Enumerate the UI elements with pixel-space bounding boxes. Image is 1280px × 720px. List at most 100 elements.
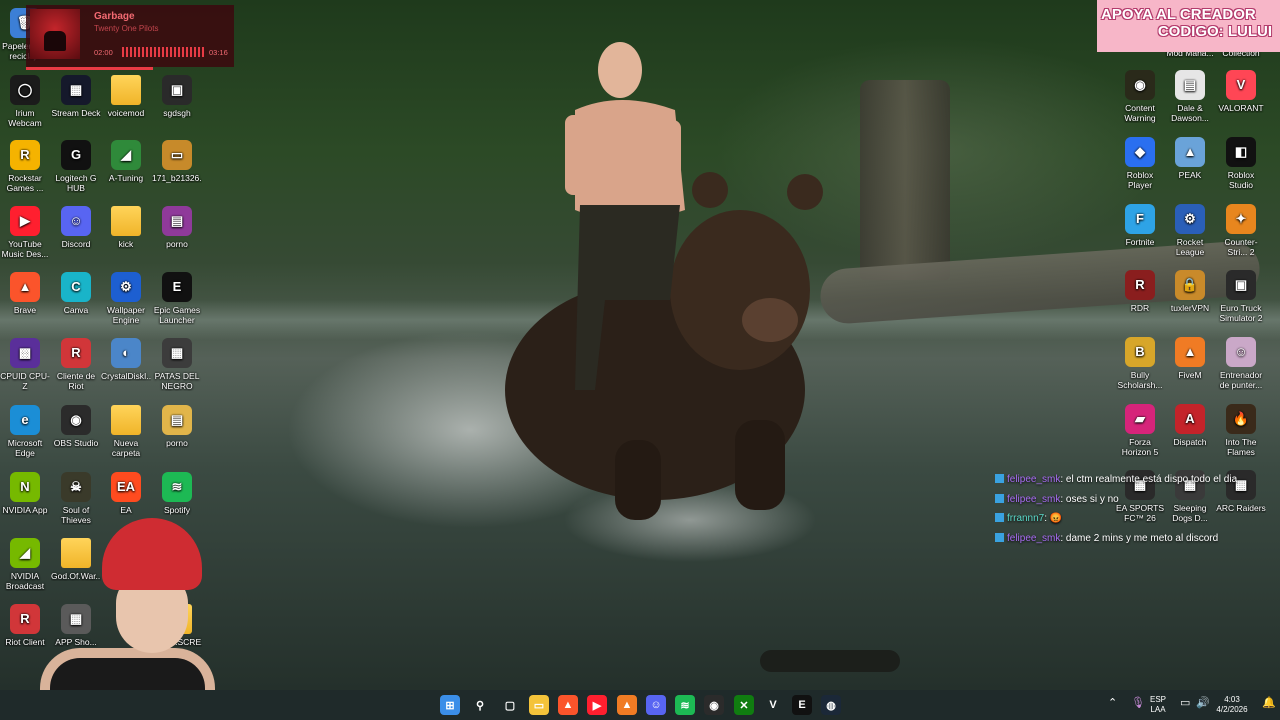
chat-username: felipee_smk [1007,474,1061,485]
desktop-icon-spotify[interactable]: ≋ Spotify [152,472,202,515]
desktop-icon-roblox-player[interactable]: ◆ Roblox Player [1115,137,1165,190]
keyboard-layout: LAA [1150,705,1166,714]
app-icon: ▤ [162,405,192,435]
app-icon: ⚙ [1175,204,1205,234]
desktop-icon-label: CrystalDiskI... [101,371,151,381]
badge-icon [995,474,1004,483]
network-icon[interactable]: ▭ [1180,698,1190,709]
taskbar-youtube-music-icon[interactable]: ▶ [587,695,607,715]
desktop-icon-label: Fortnite [1125,237,1155,247]
chat-username: felipee_smk [1007,532,1061,544]
taskbar-brave-icon[interactable]: ▲ [558,695,578,715]
desktop-icon-youtube-music-des[interactable]: ▶ YouTube Music Des... [0,206,50,259]
clock-date: 4/2/2026 [1216,705,1248,714]
taskbar-file-explorer-icon[interactable]: ▭ [529,695,549,715]
chat-overlay: felipee_smk: el ctm realmente está dispo… [995,474,1275,552]
desktop-icon-rdr[interactable]: R RDR [1115,270,1165,313]
notification-icon[interactable]: 🔔 [1262,698,1276,709]
desktop-icon-rockstar-games[interactable]: R Rockstar Games ... [0,140,50,193]
desktop-icon-crystaldiski[interactable]: ◐ CrystalDiskI... [101,338,151,381]
desktop-icon-dale-dawson[interactable]: ▤ Dale & Dawson... [1165,70,1215,123]
desktop-icon-rocket-league[interactable]: ⚙ Rocket League [1165,204,1215,257]
desktop-icon-cliente-de-riot[interactable]: R Cliente de Riot [51,338,101,391]
audio-waveform [122,47,204,57]
desktop-icon-porno[interactable]: ▤ porno [152,405,202,448]
taskbar-obs-icon[interactable]: ◉ [704,695,724,715]
app-icon: ◉ [1125,70,1155,100]
desktop-icon-entrenador-de-punter[interactable]: ☺ Entrenador de punter... [1216,337,1266,390]
volume-icon[interactable]: 🔊 [1196,698,1210,709]
taskbar-discord-icon[interactable]: ☺ [646,695,666,715]
desktop-icon-nvidia-app[interactable]: N NVIDIA App [0,472,50,515]
desktop-icon-kick[interactable]: kick [101,206,151,249]
music-widget[interactable]: Garbage Twenty One Pilots 02:00 03:16 [26,5,234,70]
taskbar-spotify-icon[interactable]: ≋ [675,695,695,715]
desktop-icon-voicemod[interactable]: voicemod [101,75,151,118]
desktop-icon-brave[interactable]: ▲ Brave [0,272,50,315]
desktop-icon-microsoft-edge[interactable]: e Microsoft Edge [0,405,50,458]
taskbar-epic-games-icon[interactable]: E [792,695,812,715]
desktop-icon-dispatch[interactable]: A Dispatch [1165,404,1215,447]
desktop-icon-content-warning[interactable]: ◉ Content Warning [1115,70,1165,123]
desktop-icon-canva[interactable]: C Canva [51,272,101,315]
clock[interactable]: 4:03 4/2/2026 [1212,695,1252,715]
taskbar-xbox-icon[interactable]: ✕ [734,695,754,715]
language-indicator[interactable]: ESP LAA [1150,695,1166,715]
app-icon: ▣ [1226,270,1256,300]
taskbar-fivem-icon[interactable]: ▲ [617,695,637,715]
taskbar-steam-icon[interactable]: ◍ [821,695,841,715]
wallpaper-rider [565,42,685,390]
app-icon: R [61,338,91,368]
desktop-icon-obs-studio[interactable]: ◉ OBS Studio [51,405,101,448]
app-icon: ≋ [162,472,192,502]
desktop-icon-valorant[interactable]: V VALORANT [1216,70,1266,113]
desktop-icon-cpuid-cpu-z[interactable]: ▩ CPUID CPU-Z [0,338,50,391]
desktop-icon-label: voicemod [107,108,145,118]
desktop-icon-stream-deck[interactable]: ▦ Stream Deck [51,75,101,118]
desktop-icon-tuxlervpn[interactable]: 🔒 tuxlerVPN [1165,270,1215,313]
app-icon: ▲ [1175,137,1205,167]
desktop-icon-fivem[interactable]: ▲ FiveM [1165,337,1215,380]
taskbar: ⊞ ⚲ ▢ ▭ ▲ ▶ ▲ ☺ ≋ ◉ ✕ V E ◍ ⌃ 🎙 ESP LAA ▭ 🔊 4:03 4/2/… [0,690,1280,720]
taskbar-start-icon[interactable]: ⊞ [440,695,460,715]
app-icon: 🔥 [1226,404,1256,434]
desktop-icon-patas-del-negro[interactable]: ▦ PATAS DEL NEGRO [152,338,202,391]
microphone-icon[interactable]: 🎙 [1131,698,1145,709]
desktop-icon-fortnite[interactable]: F Fortnite [1115,204,1165,247]
desktop-icon-label: Into The Flames [1225,437,1257,457]
desktop-icon-irium-webcam[interactable]: ◯ Irium Webcam [0,75,50,128]
desktop-icon-171-b21326[interactable]: ▭ 171_b21326... [152,140,202,183]
taskbar-valorant-icon[interactable]: V [763,695,783,715]
desktop-icon-roblox-studio[interactable]: ◧ Roblox Studio [1216,137,1266,190]
desktop-icon-porno[interactable]: ▤ porno [152,206,202,249]
desktop-icon-discord[interactable]: ☺ Discord [51,206,101,249]
app-icon: ▤ [162,206,192,236]
desktop-icon-label: YouTube Music Des... [1,239,49,259]
desktop-icon-label: tuxlerVPN [1170,303,1210,313]
desktop-icon-logitech-g-hub[interactable]: G Logitech G HUB [51,140,101,193]
album-art [30,9,80,59]
desktop-icon-a-tuning[interactable]: ◢ A-Tuning [101,140,151,183]
desktop-icon-nueva-carpeta[interactable]: Nueva carpeta [101,405,151,458]
desktop-icon-into-the-flames[interactable]: 🔥 Into The Flames [1216,404,1266,457]
desktop-icon-ea[interactable]: EA EA [101,472,151,515]
app-icon: ▣ [162,75,192,105]
desktop-icon-forza-horizon-5[interactable]: ▰ Forza Horizon 5 [1115,404,1165,457]
desktop-icon-bully-scholarsh[interactable]: B Bully Scholarsh... [1115,337,1165,390]
app-icon: C [61,272,91,302]
desktop-icon-euro-truck-simulator-2[interactable]: ▣ Euro Truck Simulator 2 [1216,270,1266,323]
app-icon: ◢ [111,140,141,170]
app-icon: ◧ [1226,137,1256,167]
taskbar-task-view-icon[interactable]: ▢ [500,695,520,715]
desktop-icon-wallpaper-engine[interactable]: ⚙ Wallpaper Engine [101,272,151,325]
desktop-icon-counter-stri-2[interactable]: ✦ Counter-Stri... 2 [1216,204,1266,257]
chat-text: 😡 [1049,513,1063,524]
desktop-icon-peak[interactable]: ▲ PEAK [1165,137,1215,180]
taskbar-search-icon[interactable]: ⚲ [470,695,490,715]
desktop-icon-label: 171_b21326... [152,173,202,183]
desktop-icon-sgdsgh[interactable]: ▣ sgdsgh [152,75,202,118]
chevron-up-icon[interactable]: ⌃ [1108,698,1117,709]
desktop-icon-epic-games-launcher[interactable]: E Epic Games Launcher [152,272,202,325]
app-icon: ▩ [10,338,40,368]
app-icon: ▲ [1175,337,1205,367]
